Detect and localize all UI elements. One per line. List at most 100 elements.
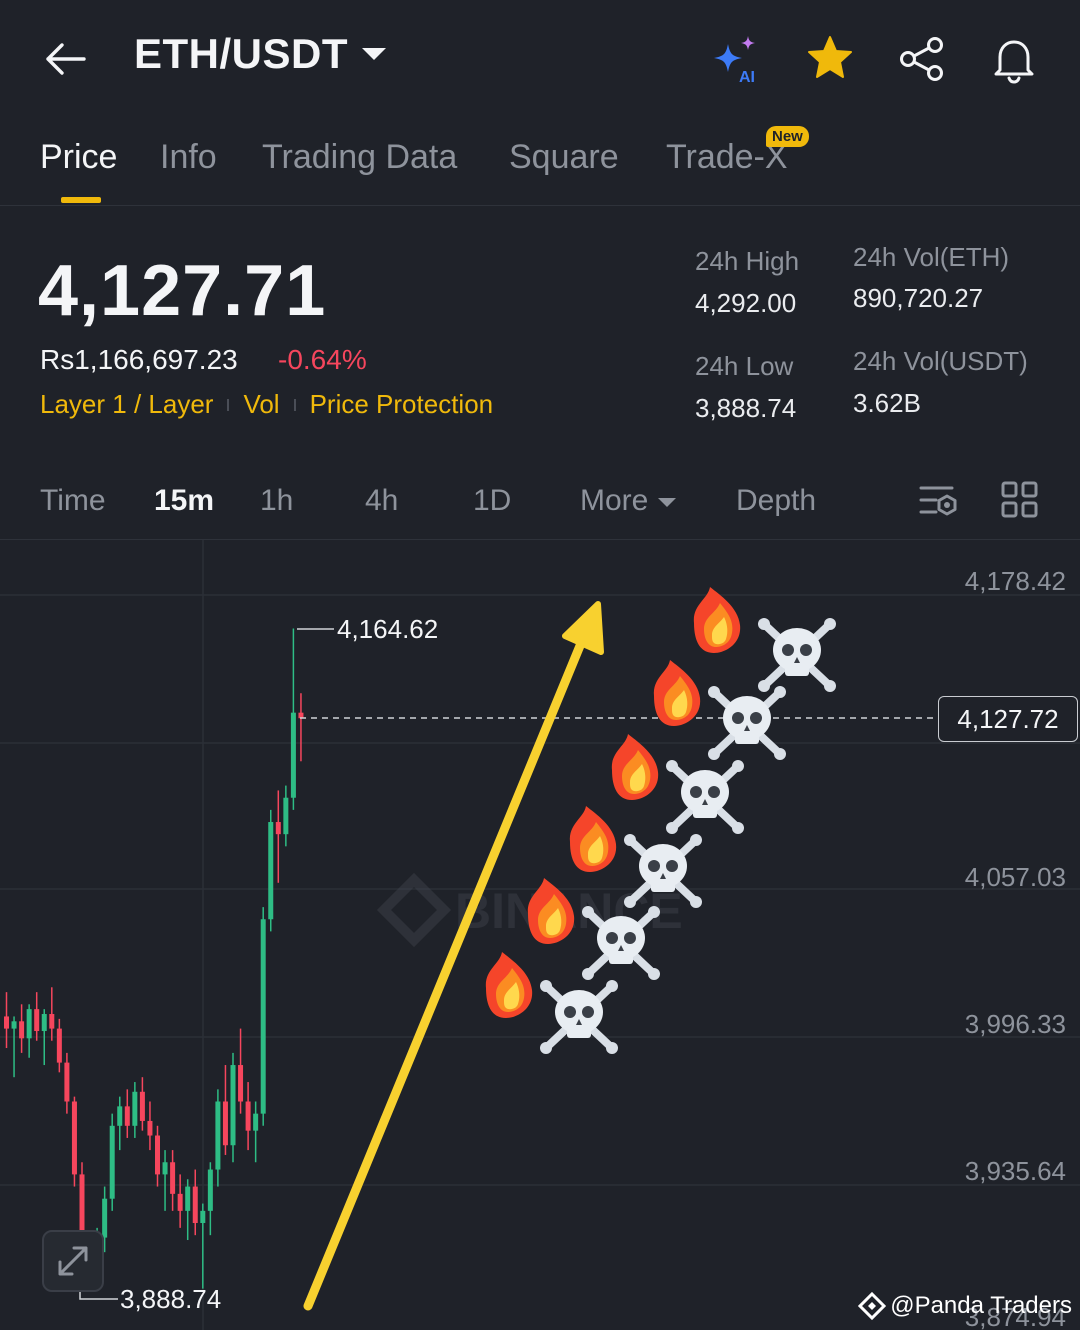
bell-icon[interactable] [987,32,1041,86]
tab-price[interactable]: Price [40,138,117,177]
star-icon[interactable] [803,32,857,86]
ai-badge: AI [739,69,755,86]
candle-body-down [177,1193,183,1211]
interval-4h[interactable]: 4h [365,484,398,518]
candle [109,1113,115,1211]
caret-down-icon [658,497,677,507]
candle-body-up [102,1198,108,1238]
back-arrow-icon[interactable] [40,34,90,84]
candle-body-down [139,1091,145,1121]
high-marker-label: 4,164.62 [337,614,439,644]
candle-body-down [71,1101,77,1175]
fire-icon [569,806,617,872]
fire-icon [611,734,659,800]
candle-body-up [290,712,296,798]
stat-low-value: 3,888.74 [695,393,797,423]
candle-body-down [170,1162,176,1194]
tab-trading-data[interactable]: Trading Data [262,138,457,177]
tag-vol[interactable]: Vol [243,389,279,420]
interval-1d[interactable]: 1D [473,484,511,518]
interval-15m[interactable]: 15m [154,484,214,518]
price-axis-label: 4,057.03 [964,862,1066,892]
divider [227,398,230,411]
candle-body-up [162,1162,168,1175]
candle-body-up [253,1113,259,1131]
candle [230,1052,236,1163]
candle [4,992,9,1049]
candle-body-up [215,1101,221,1170]
interval-bar: Time 15m 1h 4h 1D More Depth [0,460,1080,540]
candles [4,628,304,1289]
candle-body-up [260,919,266,1114]
candle [49,987,55,1041]
stat-high-value: 4,292.00 [695,288,797,318]
candle [290,628,296,810]
indicator-settings-icon[interactable] [918,480,960,522]
candle [132,1082,138,1138]
new-badge: New [766,126,809,147]
up-arrow [303,601,604,1311]
interval-1h[interactable]: 1h [260,484,293,518]
candlestick-chart[interactable]: BINANCE 4,178.42 4,057.03 3,996.33 3,935… [0,540,1080,1330]
pair-selector[interactable]: ETH/USDT [134,30,386,78]
caret-down-icon [362,48,386,60]
tag-price-protection[interactable]: Price Protection [310,389,494,420]
candle [177,1174,183,1228]
price-axis-label: 3,935.64 [964,1156,1066,1186]
current-price-tag: 4,127.72 [938,696,1078,742]
fiat-price: Rs1,166,697.23 [40,344,238,375]
ai-sparkle-icon[interactable]: AI [708,32,762,86]
candle [192,1169,198,1236]
candle-body-down [222,1101,228,1146]
share-icon[interactable] [895,32,949,86]
candle [185,1179,191,1241]
candle-body-up [41,1014,47,1032]
candle [298,693,304,762]
interval-time[interactable]: Time [40,484,106,518]
price-change: -0.64% [278,344,367,375]
candle [207,1162,213,1236]
interval-depth[interactable]: Depth [736,484,816,518]
candle-body-up [283,797,289,835]
interval-more[interactable]: More [580,484,677,518]
price-axis-label: 3,996.33 [964,1009,1066,1039]
candle [253,1101,259,1163]
candle-body-down [192,1186,198,1224]
candle-body-down [155,1135,160,1175]
candle-body-down [124,1106,130,1126]
candle-body-down [56,1028,62,1063]
candle [170,1150,176,1211]
candle-body-down [147,1120,153,1136]
candle-body-up [230,1065,236,1146]
divider [293,398,296,411]
candle [200,1203,206,1289]
candle-body-up [207,1169,213,1211]
skull-crossbones-icon [540,980,618,1054]
low-marker-label: 3,888.74 [120,1284,222,1314]
candle-body-down [34,1009,40,1032]
tab-square[interactable]: Square [509,138,619,177]
candle-body-up [200,1210,206,1224]
candle [19,1004,25,1053]
tag-row: Layer 1 / Layer Vol Price Protection [40,389,493,420]
binance-logo-icon [858,1292,887,1320]
candle-body-up [26,1009,32,1039]
candle [11,1016,17,1078]
expand-icon [58,1246,88,1276]
candle-body-up [185,1186,191,1211]
candle-body-down [245,1101,251,1131]
candle [283,785,289,847]
expand-chart-button[interactable] [42,1230,104,1292]
candle [117,1096,123,1151]
tag-layer[interactable]: Layer 1 / Layer [40,389,213,420]
candle [26,1004,32,1058]
layout-grid-icon[interactable] [1000,480,1040,520]
tab-info[interactable]: Info [160,138,217,177]
candle [124,1089,130,1138]
candle [245,1082,251,1151]
candle-body-down [64,1062,70,1102]
candle [147,1101,153,1151]
candle [222,1065,228,1155]
fire-icon [693,587,741,653]
candle-body-up [109,1125,115,1199]
